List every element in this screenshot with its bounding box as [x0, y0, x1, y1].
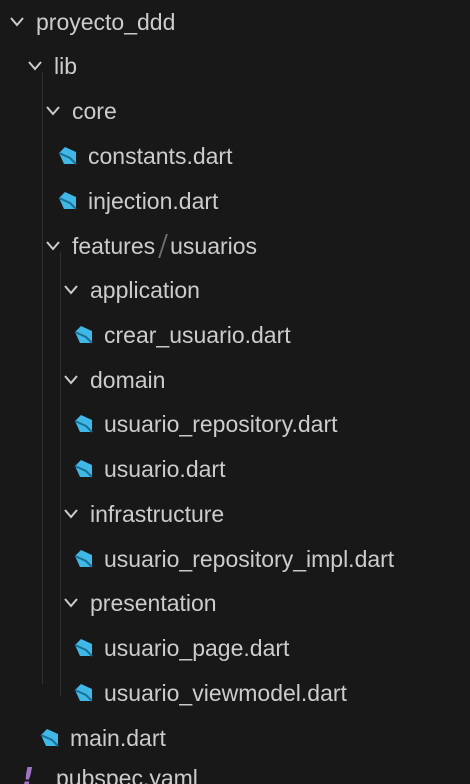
tree-folder-lib[interactable]: lib	[0, 44, 470, 88]
chevron-down-icon	[22, 56, 48, 76]
tree-item-label: constants.dart	[88, 142, 233, 169]
tree-file-injection-dart[interactable]: injection.dart	[0, 179, 470, 223]
tree-file-usuario-page-dart[interactable]: usuario_page.dart	[0, 626, 470, 670]
chevron-down-icon	[58, 504, 84, 524]
tree-item-label: presentation	[90, 589, 217, 616]
dart-file-icon	[56, 190, 78, 212]
tree-folder-features-usuarios[interactable]: features usuarios	[0, 224, 470, 268]
tree-file-crear-usuario-dart[interactable]: crear_usuario.dart	[0, 313, 470, 357]
tree-folder-domain[interactable]: domain	[0, 358, 470, 402]
tree-item-label: usuario_page.dart	[104, 634, 290, 661]
dart-file-icon	[72, 637, 94, 659]
tree-item-label: pubspec.yaml	[56, 764, 198, 784]
tree-folder-presentation[interactable]: presentation	[0, 581, 470, 625]
tree-item-label: lib	[54, 52, 78, 79]
tree-item-label: application	[90, 276, 200, 303]
tree-item-label: usuario_viewmodel.dart	[104, 679, 347, 706]
tree-item-label: crear_usuario.dart	[104, 321, 291, 348]
tree-item-label: usuario.dart	[104, 455, 226, 482]
tree-item-label: core	[72, 97, 117, 124]
tree-file-constants-dart[interactable]: constants.dart	[0, 134, 470, 178]
tree-item-label: domain	[90, 366, 166, 393]
tree-file-usuario-dart[interactable]: usuario.dart	[0, 447, 470, 491]
tree-item-label: main.dart	[70, 724, 166, 751]
dart-file-icon	[72, 458, 94, 480]
tree-folder-proyecto-ddd[interactable]: proyecto_ddd	[0, 0, 470, 44]
dart-file-icon	[56, 145, 78, 167]
chevron-down-icon	[4, 12, 30, 32]
file-explorer: proyecto_ddd lib core constants.dart inj…	[0, 0, 470, 784]
dart-file-icon	[72, 324, 94, 346]
tree-file-pubspec-yaml[interactable]: ! pubspec.yaml	[0, 756, 470, 784]
tree-item-label: features	[72, 232, 156, 259]
tree-item-sublabel: usuarios	[170, 232, 258, 259]
tree-folder-core[interactable]: core	[0, 89, 470, 133]
dart-file-icon	[38, 727, 60, 749]
tree-item-label: proyecto_ddd	[36, 8, 176, 35]
tree-file-usuario-repository-dart[interactable]: usuario_repository.dart	[0, 402, 470, 446]
tree-folder-infrastructure[interactable]: infrastructure	[0, 492, 470, 536]
yaml-file-icon: !	[22, 763, 34, 784]
chevron-down-icon	[58, 593, 84, 613]
dart-file-icon	[72, 413, 94, 435]
chevron-down-icon	[58, 280, 84, 300]
chevron-down-icon	[58, 370, 84, 390]
tree-file-usuario-viewmodel-dart[interactable]: usuario_viewmodel.dart	[0, 671, 470, 715]
tree-file-usuario-repository-impl-dart[interactable]: usuario_repository_impl.dart	[0, 537, 470, 581]
tree-item-label: usuario_repository.dart	[104, 410, 338, 437]
tree-folder-application[interactable]: application	[0, 268, 470, 312]
tree-item-label: infrastructure	[90, 500, 225, 527]
tree-file-main-dart[interactable]: main.dart	[0, 716, 470, 760]
tree-item-label: usuario_repository_impl.dart	[104, 545, 395, 572]
dart-file-icon	[72, 682, 94, 704]
tree-item-label: injection.dart	[88, 187, 219, 214]
chevron-down-icon	[40, 101, 66, 121]
chevron-down-icon	[40, 236, 66, 256]
path-separator	[158, 234, 169, 258]
dart-file-icon	[72, 548, 94, 570]
